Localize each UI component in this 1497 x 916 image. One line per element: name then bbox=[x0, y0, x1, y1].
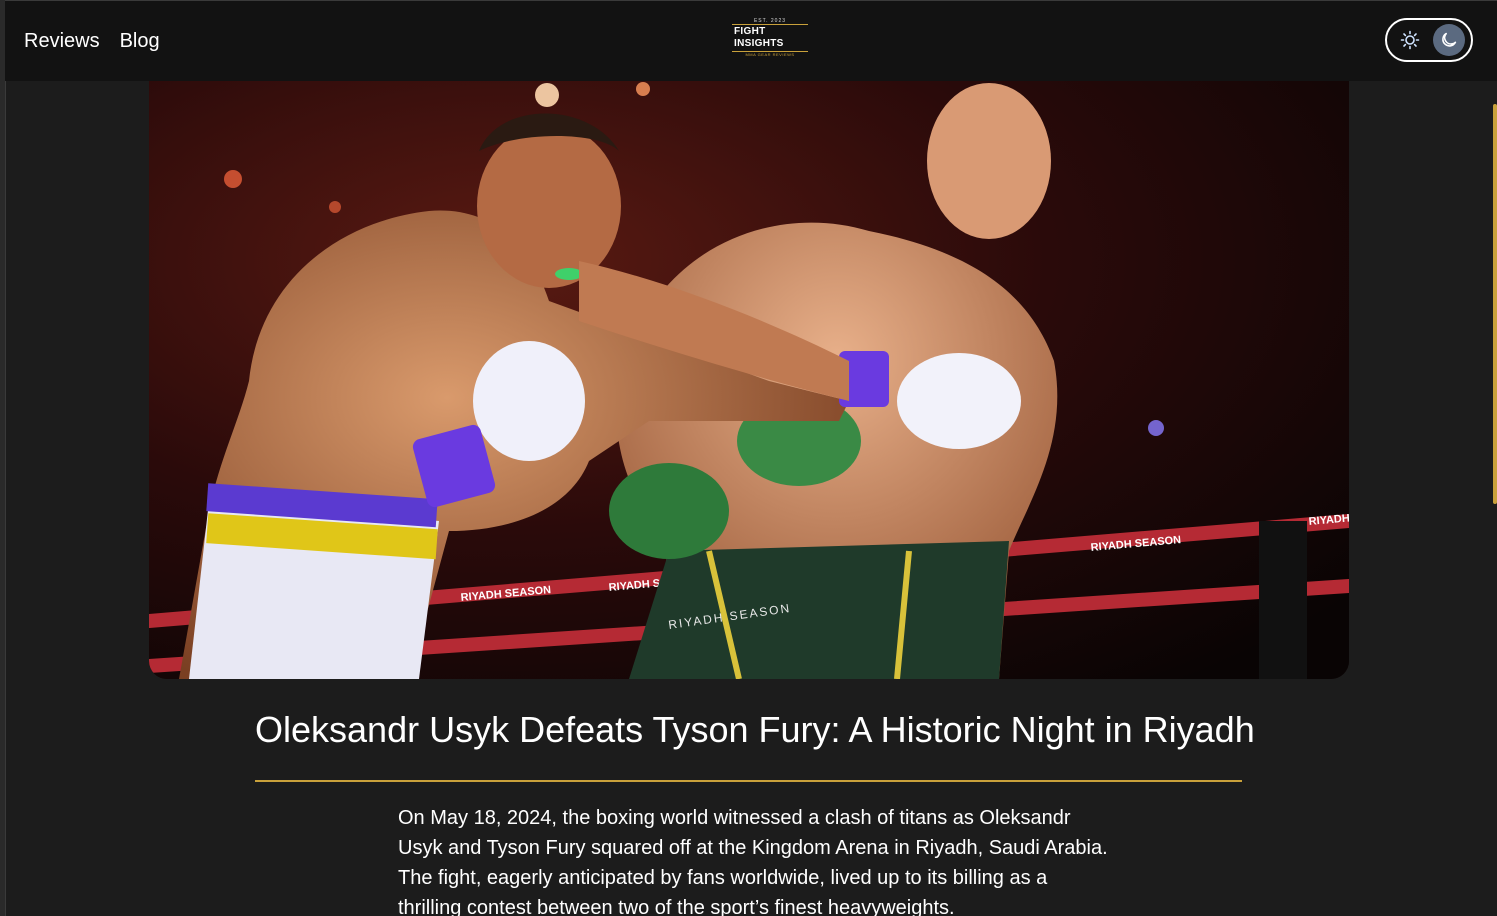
hero-image: RIYADH SEASON RIYADH SEASON RIYADH SEASO… bbox=[149, 81, 1349, 679]
logo-tagline: MMA GEAR REVIEWS bbox=[745, 52, 795, 57]
moon-icon[interactable] bbox=[1433, 24, 1465, 56]
boxing-photo: RIYADH SEASON RIYADH SEASON RIYADH SEASO… bbox=[149, 81, 1349, 679]
nav-link-reviews[interactable]: Reviews bbox=[24, 30, 100, 53]
nav-link-blog[interactable]: Blog bbox=[120, 30, 160, 53]
theme-toggle[interactable] bbox=[1385, 18, 1473, 62]
site-logo[interactable]: EST. 2023 FIGHT INSIGHTS MMA GEAR REVIEW… bbox=[732, 18, 808, 57]
logo-name: FIGHT INSIGHTS bbox=[732, 24, 808, 52]
browser-viewport: Reviews Blog EST. 2023 FIGHT INSIGHTS MM… bbox=[0, 0, 1497, 916]
top-navbar: Reviews Blog EST. 2023 FIGHT INSIGHTS MM… bbox=[5, 0, 1497, 81]
title-divider bbox=[255, 780, 1242, 782]
article-body: On May 18, 2024, the boxing world witnes… bbox=[398, 807, 1108, 916]
sun-icon[interactable] bbox=[1399, 29, 1421, 51]
nav-links: Reviews Blog bbox=[24, 30, 160, 53]
scrollbar-thumb[interactable] bbox=[1493, 104, 1497, 504]
article-title: Oleksandr Usyk Defeats Tyson Fury: A His… bbox=[255, 709, 1255, 750]
window-edge bbox=[0, 0, 6, 916]
